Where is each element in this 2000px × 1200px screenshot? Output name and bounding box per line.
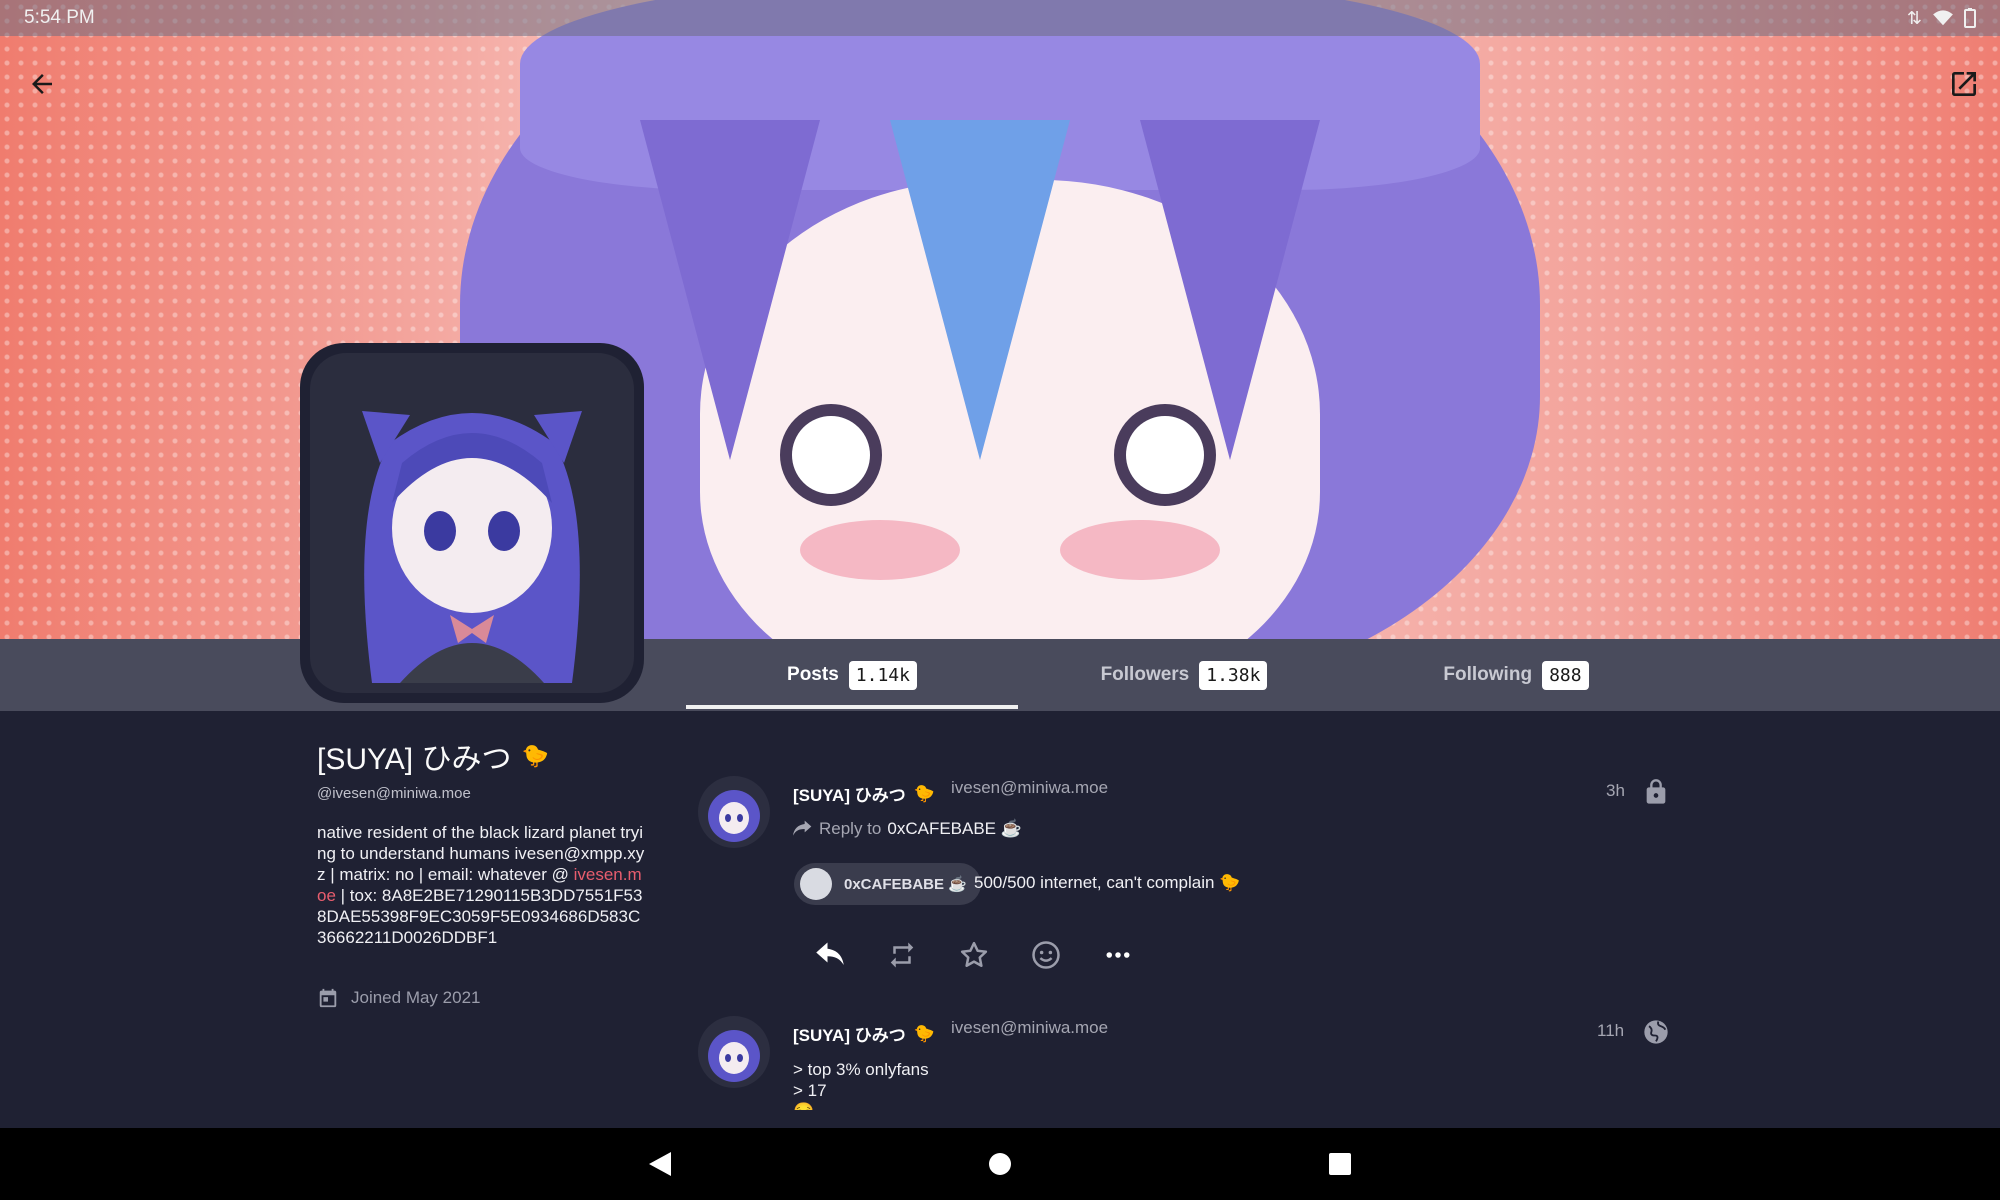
- post-content-line: > 17: [793, 1081, 827, 1100]
- post-author-avatar[interactable]: [698, 1016, 770, 1088]
- post-content-line: > top 3% onlyfans: [793, 1060, 929, 1079]
- status-time: 5:54 PM: [24, 7, 95, 28]
- globe-icon: [1642, 1018, 1670, 1051]
- avatar-image: [708, 1030, 760, 1082]
- bio-text: | tox: 8A8E2BE71290115B3DD7551F538DAE553…: [317, 886, 643, 947]
- nav-back-button[interactable]: [640, 1144, 680, 1184]
- back-button[interactable]: [16, 58, 68, 110]
- wifi-icon: [1933, 10, 1953, 26]
- custom-emoji-icon: 🐤: [913, 1023, 935, 1043]
- profile-joined: Joined May 2021: [317, 987, 480, 1009]
- nav-recents-button[interactable]: [1320, 1144, 1360, 1184]
- custom-emoji-icon: 🐤: [521, 743, 549, 768]
- emoji-icon: 😏: [793, 1101, 929, 1110]
- system-navigation-bar: [0, 1128, 2000, 1200]
- profile-handle: @ivesen@miniwa.moe: [317, 785, 471, 802]
- data-transfer-icon: ⇅: [1906, 7, 1922, 28]
- display-name-text: [SUYA] ひみつ: [317, 743, 512, 776]
- calendar-icon: [319, 988, 337, 1008]
- nav-home-icon: [989, 1153, 1011, 1175]
- joined-text: Joined May 2021: [351, 988, 481, 1007]
- profile-bio: native resident of the black lizard plan…: [317, 822, 647, 948]
- nav-home-button[interactable]: [980, 1144, 1020, 1184]
- nav-recents-icon: [1329, 1153, 1351, 1175]
- post-author-name-text: [SUYA] ひみつ: [793, 1026, 906, 1045]
- profile-display-name: [SUYA] ひみつ 🐤: [317, 734, 549, 778]
- post-item[interactable]: [SUYA] ひみつ 🐤 ivesen@miniwa.moe 11h > top…: [690, 0, 1670, 1110]
- open-in-new-icon: [1952, 72, 1976, 96]
- post-timestamp: 11h: [1597, 1021, 1625, 1040]
- post-author-name[interactable]: [SUYA] ひみつ 🐤: [793, 1021, 935, 1046]
- status-bar: 5:54 PM ⇅: [0, 0, 2000, 36]
- arrow-left-icon: [32, 74, 52, 94]
- battery-icon: [1964, 8, 1976, 28]
- avatar-image: [362, 411, 582, 683]
- post-author-acct: ivesen@miniwa.moe: [951, 1018, 1109, 1037]
- profile-avatar[interactable]: [300, 343, 644, 703]
- nav-back-icon: [649, 1152, 671, 1176]
- post-content: > top 3% onlyfans > 17 😏: [793, 1059, 929, 1110]
- open-external-button[interactable]: [1938, 58, 1990, 110]
